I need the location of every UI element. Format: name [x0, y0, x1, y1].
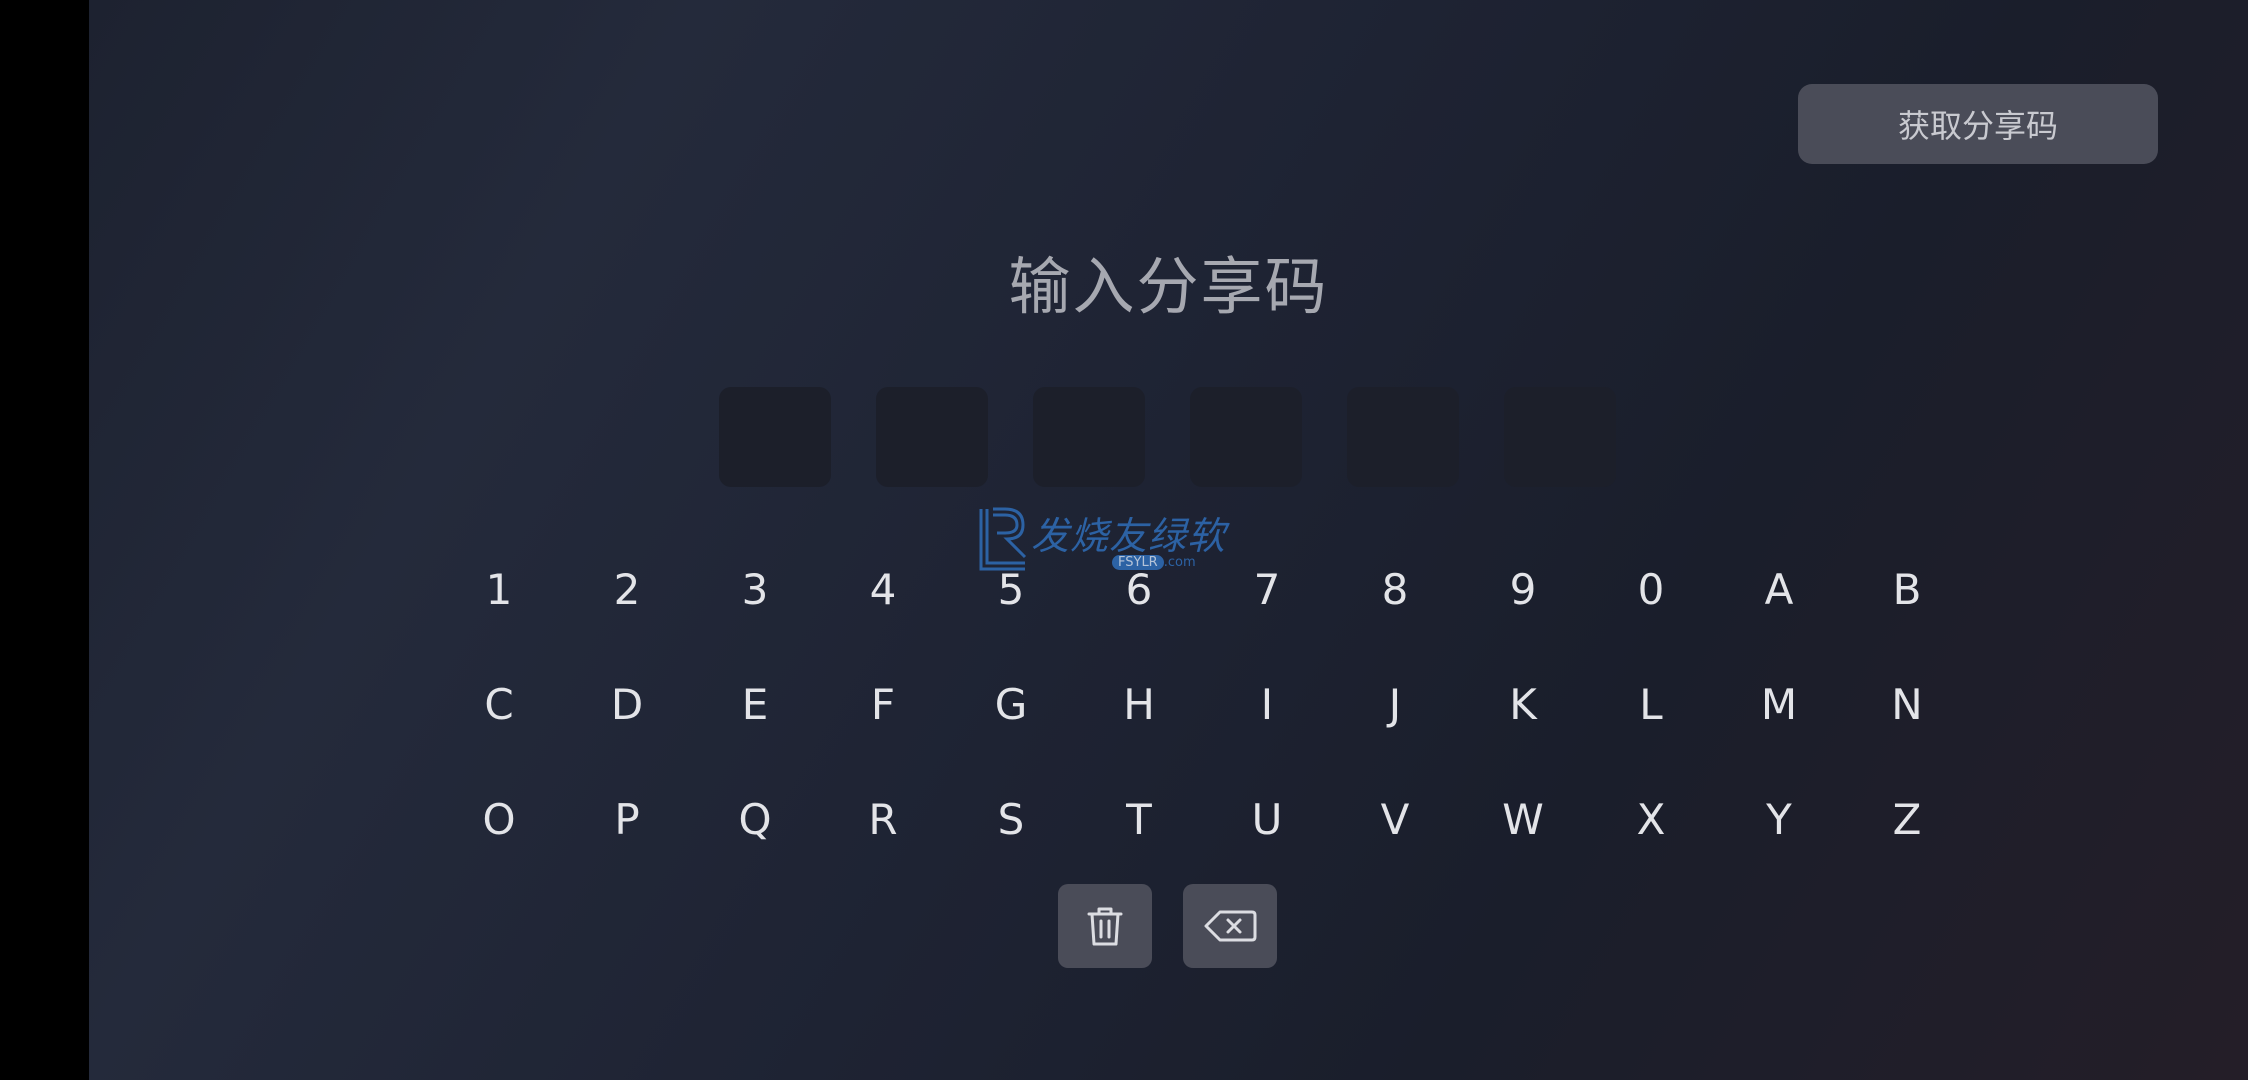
- key-o[interactable]: O: [459, 779, 539, 859]
- key-h[interactable]: H: [1099, 664, 1179, 744]
- key-7[interactable]: 7: [1227, 549, 1307, 629]
- key-l[interactable]: L: [1611, 664, 1691, 744]
- key-d[interactable]: D: [587, 664, 667, 744]
- key-j[interactable]: J: [1355, 664, 1435, 744]
- key-a[interactable]: A: [1739, 549, 1819, 629]
- key-u[interactable]: U: [1227, 779, 1307, 859]
- key-e[interactable]: E: [715, 664, 795, 744]
- left-black-bar: [0, 0, 89, 1080]
- key-f[interactable]: F: [843, 664, 923, 744]
- key-s[interactable]: S: [971, 779, 1051, 859]
- trash-icon: [1087, 907, 1123, 946]
- key-q[interactable]: Q: [715, 779, 795, 859]
- key-n[interactable]: N: [1867, 664, 1947, 744]
- key-9[interactable]: 9: [1483, 549, 1563, 629]
- key-g[interactable]: G: [971, 664, 1051, 744]
- backspace-icon: [1204, 910, 1257, 942]
- key-m[interactable]: M: [1739, 664, 1819, 744]
- character-keyboard: 1234567890AB CDEFGHIJKLMN OPQRSTUVWXYZ: [89, 0, 2248, 1080]
- key-v[interactable]: V: [1355, 779, 1435, 859]
- key-z[interactable]: Z: [1867, 779, 1947, 859]
- key-k[interactable]: K: [1483, 664, 1563, 744]
- key-1[interactable]: 1: [459, 549, 539, 629]
- key-t[interactable]: T: [1099, 779, 1179, 859]
- key-i[interactable]: I: [1227, 664, 1307, 744]
- key-4[interactable]: 4: [843, 549, 923, 629]
- key-p[interactable]: P: [587, 779, 667, 859]
- key-w[interactable]: W: [1483, 779, 1563, 859]
- key-r[interactable]: R: [843, 779, 923, 859]
- clear-button[interactable]: [1058, 884, 1152, 968]
- key-6[interactable]: 6: [1099, 549, 1179, 629]
- key-0[interactable]: 0: [1611, 549, 1691, 629]
- key-2[interactable]: 2: [587, 549, 667, 629]
- key-x[interactable]: X: [1611, 779, 1691, 859]
- key-b[interactable]: B: [1867, 549, 1947, 629]
- key-5[interactable]: 5: [971, 549, 1051, 629]
- key-c[interactable]: C: [459, 664, 539, 744]
- key-y[interactable]: Y: [1739, 779, 1819, 859]
- share-code-screen: 获取分享码 输入分享码 发烧友绿软 FSYLR .com 1234567890AB…: [89, 0, 2248, 1080]
- backspace-button[interactable]: [1183, 884, 1277, 968]
- key-8[interactable]: 8: [1355, 549, 1435, 629]
- key-3[interactable]: 3: [715, 549, 795, 629]
